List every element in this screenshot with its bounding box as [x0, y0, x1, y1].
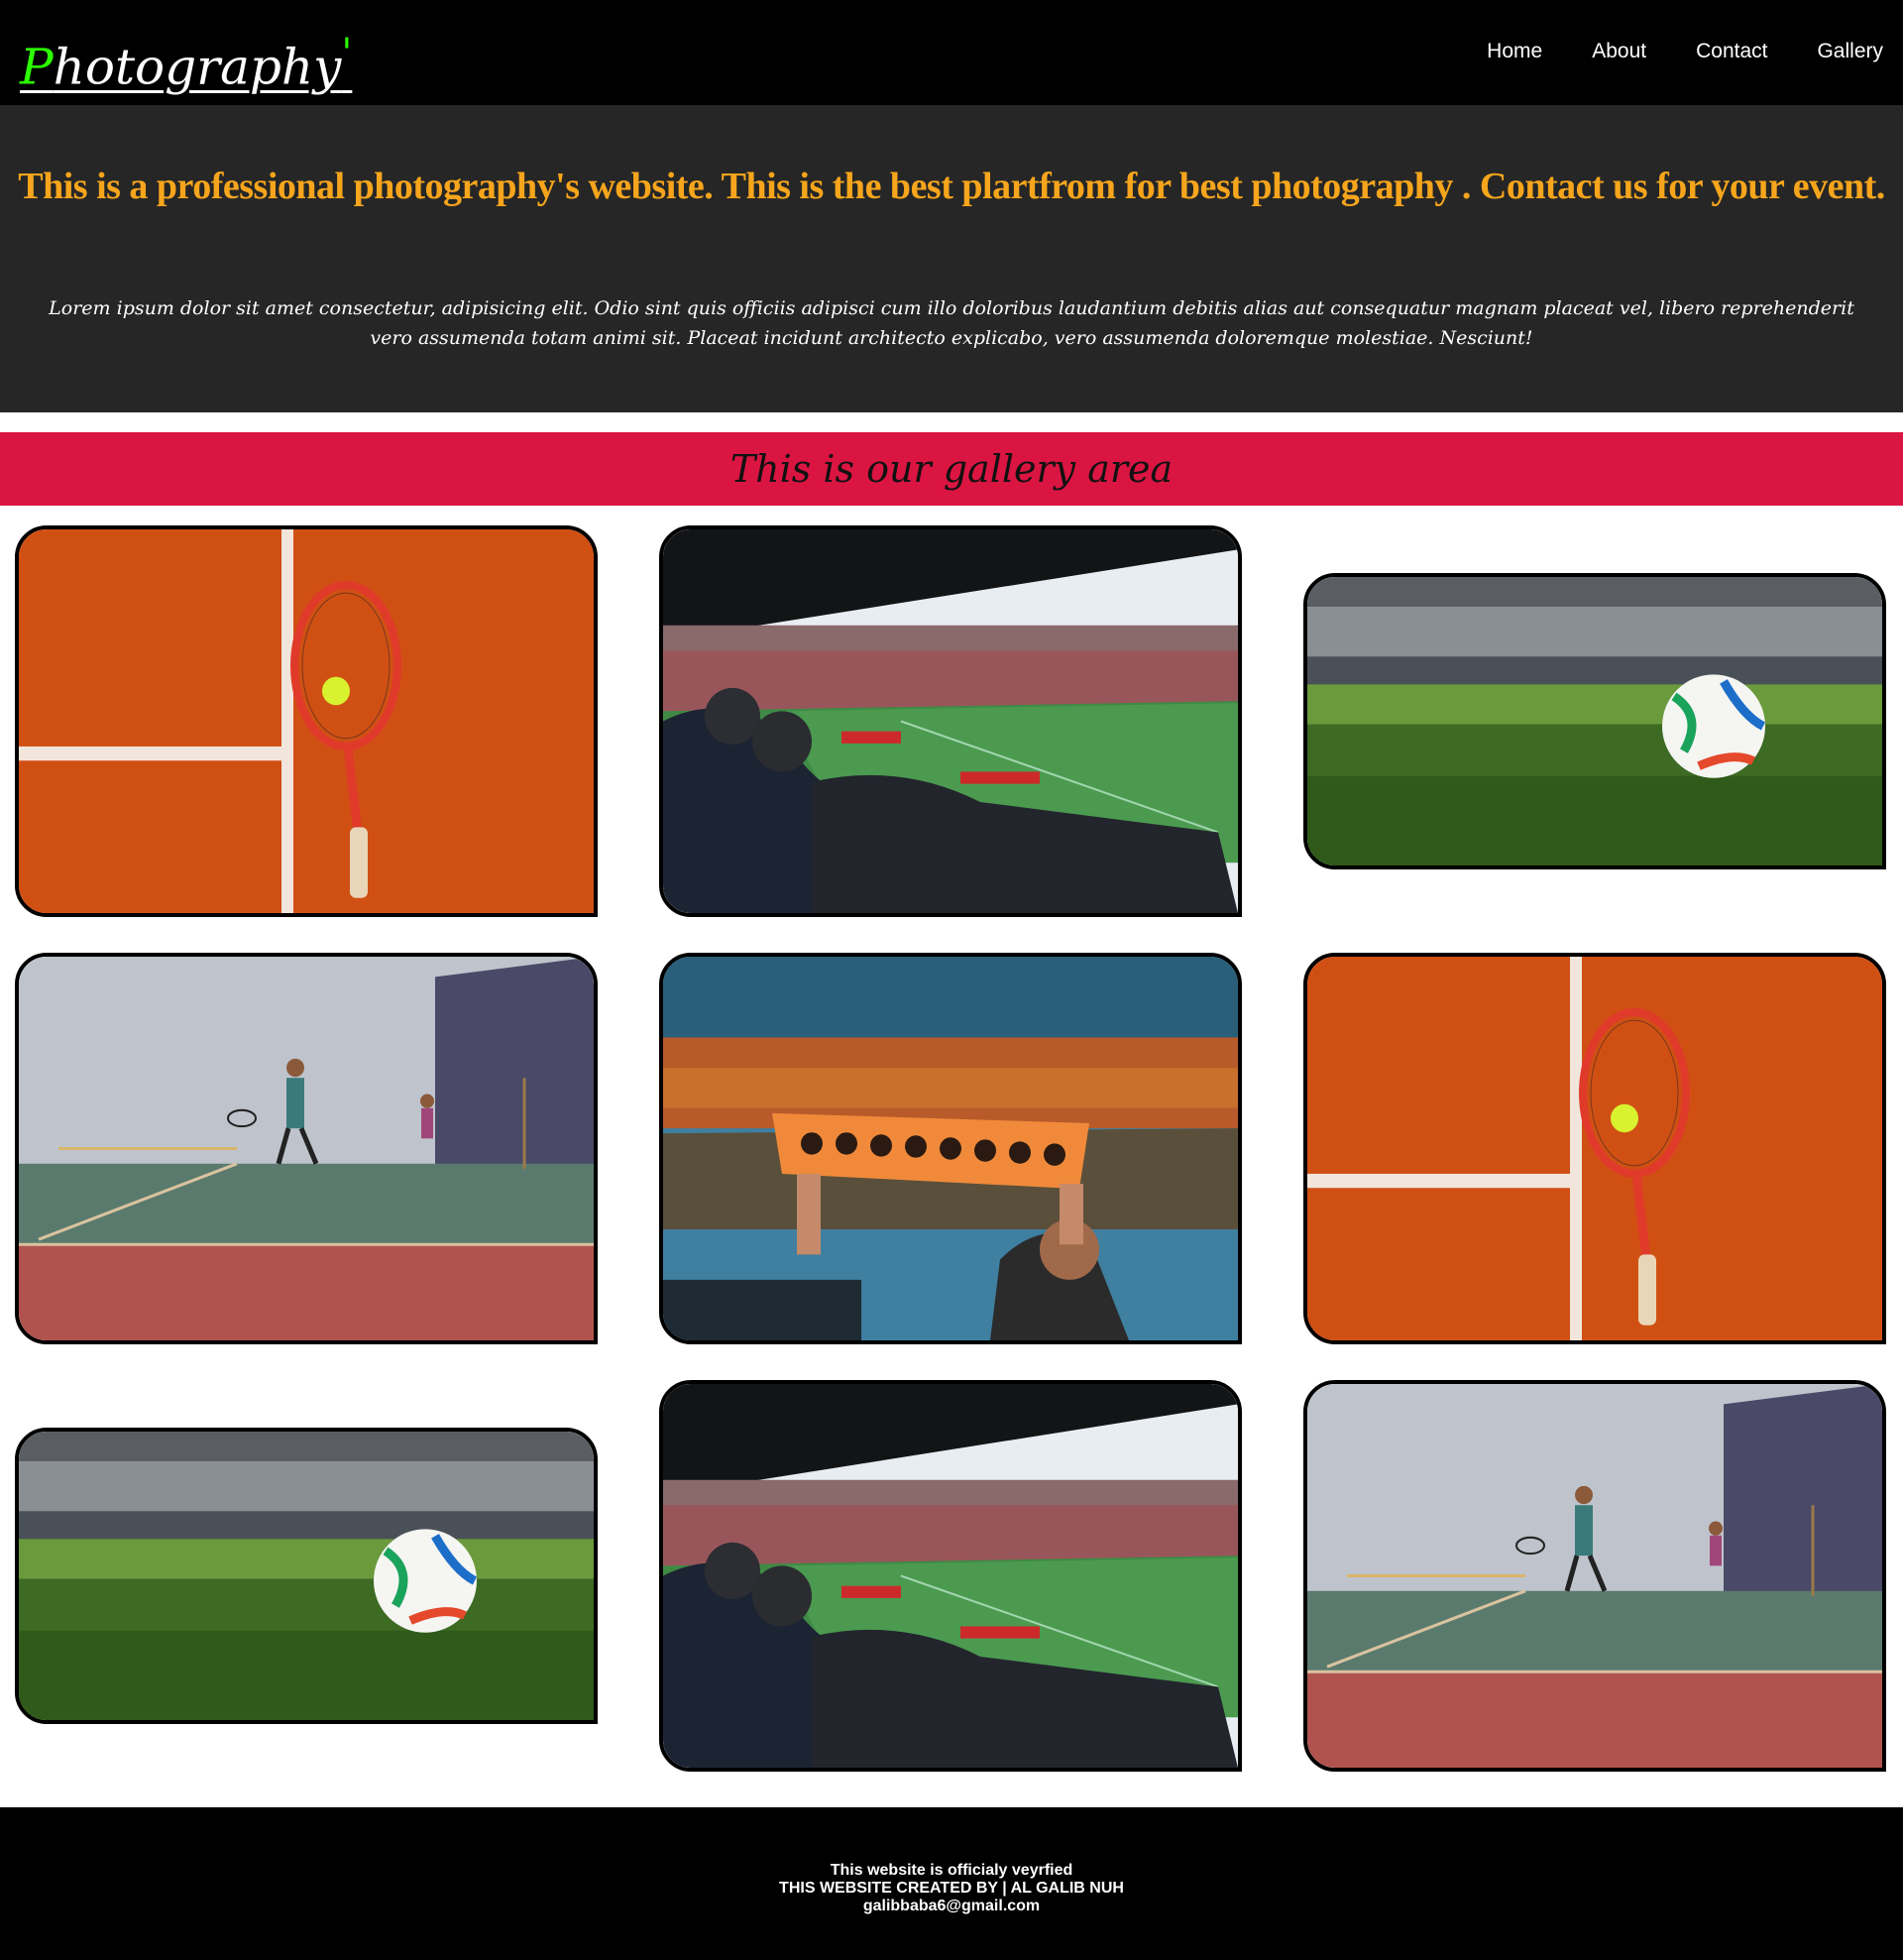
gallery-banner: This is our gallery area	[0, 432, 1903, 506]
site-footer: This website is officialy veyrfied THIS …	[0, 1807, 1903, 1960]
nav-contact-link[interactable]: Contact	[1696, 34, 1767, 69]
gallery-image[interactable]	[659, 525, 1242, 917]
footer-credit-text: THIS WEBSITE CREATED BY | AL GALIB NUH	[779, 1880, 1124, 1897]
top-navbar: Photography' Home About Contact Gallery	[0, 0, 1903, 105]
main-nav: Home About Contact Gallery	[1437, 34, 1883, 69]
gallery-heading: This is our gallery area	[729, 447, 1174, 491]
stadium-fans-photo	[663, 1384, 1238, 1768]
footer-email[interactable]: galibbaba6@gmail.com	[0, 1898, 1903, 1915]
gallery-image[interactable]	[659, 1380, 1242, 1772]
gallery-image[interactable]	[1303, 953, 1886, 1344]
nav-gallery-link[interactable]: Gallery	[1817, 34, 1883, 69]
gallery-image[interactable]	[15, 953, 598, 1344]
nav-home-link[interactable]: Home	[1487, 34, 1542, 69]
logo-first-letter: P	[20, 38, 54, 96]
gallery-image[interactable]	[1303, 573, 1886, 869]
logo-tick: '	[341, 31, 353, 76]
tennis-racket-photo	[19, 529, 594, 913]
hero-description: Lorem ipsum dolor sit amet consectetur, …	[49, 297, 1854, 349]
site-logo[interactable]: Photography'	[20, 24, 352, 97]
hero-title: This is a professional photography's web…	[18, 166, 1885, 207]
footer-verified-text: This website is officialy veyrfied	[830, 1862, 1073, 1879]
gallery-image[interactable]	[1303, 1380, 1886, 1772]
football-photo	[1307, 577, 1882, 865]
logo-text: hotography	[53, 38, 342, 96]
tennis-racket-photo	[1307, 957, 1882, 1340]
hero-section: This is a professional photography's web…	[0, 105, 1903, 412]
stadium-fans-photo	[663, 529, 1238, 913]
football-photo	[19, 1432, 594, 1720]
gallery-image[interactable]	[15, 1428, 598, 1724]
gallery-image[interactable]	[15, 525, 598, 917]
indoor-court-photo	[1307, 1384, 1882, 1768]
nav-about-link[interactable]: About	[1592, 34, 1646, 69]
fans-banner-photo	[663, 957, 1238, 1340]
indoor-court-photo	[19, 957, 594, 1340]
gallery-image[interactable]	[659, 953, 1242, 1344]
